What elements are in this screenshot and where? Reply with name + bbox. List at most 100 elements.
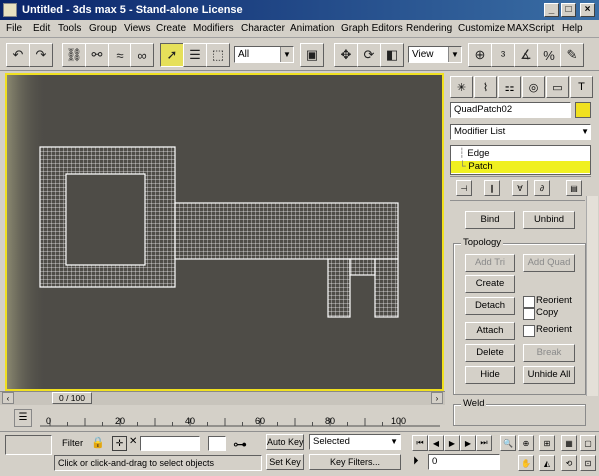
- redo-button[interactable]: ↷: [29, 43, 53, 67]
- create-button[interactable]: Create: [465, 275, 515, 293]
- object-name-field[interactable]: QuadPatch02: [450, 102, 571, 118]
- track-bar[interactable]: ☰ 0 20 40 60 80 100: [0, 405, 445, 431]
- make-unique-button[interactable]: ∀: [512, 180, 528, 196]
- current-frame-field[interactable]: 0: [428, 454, 500, 470]
- minimize-button[interactable]: _: [544, 3, 559, 17]
- copy-checkbox[interactable]: [523, 308, 535, 320]
- menu-views[interactable]: Views: [124, 23, 151, 34]
- bind-button[interactable]: ∞: [130, 43, 154, 67]
- x-coordinate-field[interactable]: [140, 436, 200, 451]
- maxscript-listener-mini[interactable]: [5, 435, 52, 455]
- unlink-button[interactable]: ⚯: [85, 43, 109, 67]
- add-quad-button[interactable]: Add Quad: [523, 254, 575, 272]
- reference-coordinate-dropdown[interactable]: View ▼: [408, 46, 462, 63]
- command-panel-scrollbar[interactable]: [586, 196, 598, 396]
- time-prev-button[interactable]: ‹: [2, 392, 14, 404]
- perspective-viewport[interactable]: [5, 73, 444, 391]
- rectangular-selection-button[interactable]: ⬚: [206, 43, 230, 67]
- detach-button[interactable]: Detach: [465, 297, 515, 315]
- window-crossing-button[interactable]: ▣: [300, 43, 324, 67]
- stack-item-patch[interactable]: └ Patch: [451, 161, 590, 173]
- named-selection-button[interactable]: ✎: [560, 43, 584, 67]
- menu-help[interactable]: Help: [562, 23, 583, 34]
- menu-edit[interactable]: Edit: [33, 23, 50, 34]
- lock-selection-icon[interactable]: 🔒: [91, 436, 105, 449]
- stack-item-edge[interactable]: ┆ Edge: [459, 148, 490, 160]
- select-object-button[interactable]: ➚: [160, 43, 184, 67]
- absolute-mode-button[interactable]: ✛: [112, 436, 127, 451]
- min-max-toggle-button[interactable]: ⊡: [580, 455, 596, 471]
- pivot-center-button[interactable]: ⊕: [468, 43, 492, 67]
- time-next-button[interactable]: ›: [431, 392, 443, 404]
- menu-tools[interactable]: Tools: [58, 23, 81, 34]
- pan-button[interactable]: ✋: [518, 455, 534, 471]
- hierarchy-tab[interactable]: ⚏: [498, 76, 521, 98]
- modify-tab[interactable]: ⌇: [474, 76, 497, 98]
- selection-filter-dropdown[interactable]: All ▼: [234, 46, 294, 63]
- next-frame-button[interactable]: ▶: [460, 435, 476, 451]
- menu-rendering[interactable]: Rendering: [406, 23, 452, 34]
- reorient2-checkbox[interactable]: [523, 325, 535, 337]
- menu-modifiers[interactable]: Modifiers: [193, 23, 234, 34]
- key-mode-dropdown[interactable]: Selected ▼: [309, 434, 401, 450]
- menu-group[interactable]: Group: [89, 23, 117, 34]
- goto-end-button[interactable]: ⏭: [476, 435, 492, 451]
- key-mode-toggle-icon[interactable]: ⏵: [413, 455, 419, 468]
- create-tab[interactable]: ✳: [450, 76, 473, 98]
- menu-customize[interactable]: Customize: [458, 23, 505, 34]
- bind-button[interactable]: Bind: [465, 211, 515, 229]
- maximize-button[interactable]: □: [561, 3, 576, 17]
- key-filters-button[interactable]: Key Filters...: [309, 454, 401, 470]
- mini-curve-editor-button[interactable]: ☰: [14, 409, 32, 427]
- unhide-all-button[interactable]: Unhide All: [523, 366, 575, 384]
- delete-button[interactable]: Delete: [465, 344, 515, 362]
- select-and-rotate-button[interactable]: ⟳: [357, 43, 381, 67]
- key-patch-mesh[interactable]: [39, 146, 399, 318]
- menu-file[interactable]: File: [6, 23, 22, 34]
- bind-space-warp-button[interactable]: ≈: [108, 43, 132, 67]
- select-by-name-button[interactable]: ☰: [183, 43, 207, 67]
- close-button[interactable]: ×: [580, 3, 595, 17]
- show-end-result-button[interactable]: ∥: [484, 180, 500, 196]
- unbind-button[interactable]: Unbind: [523, 211, 575, 229]
- select-and-link-button[interactable]: ⛓: [62, 43, 86, 67]
- menu-graph-editors[interactable]: Graph Editors: [341, 23, 403, 34]
- select-and-move-button[interactable]: ✥: [334, 43, 358, 67]
- time-slider-thumb[interactable]: 0 / 100: [52, 392, 92, 404]
- menu-character[interactable]: Character: [241, 23, 285, 34]
- field-of-view-button[interactable]: ◭: [539, 455, 555, 471]
- angle-snap-button[interactable]: ∡: [514, 43, 538, 67]
- object-color-swatch[interactable]: [575, 102, 591, 118]
- menu-maxscript[interactable]: MAXScript: [507, 23, 554, 34]
- percent-snap-button[interactable]: %: [537, 43, 561, 67]
- motion-tab[interactable]: ◎: [522, 76, 545, 98]
- auto-key-button[interactable]: Auto Key: [266, 434, 304, 450]
- pin-stack-button[interactable]: ⊣: [456, 180, 472, 196]
- remove-modifier-button[interactable]: ∂: [534, 180, 550, 196]
- snaps-toggle-button[interactable]: ³: [491, 43, 515, 67]
- maximize-viewport-button[interactable]: ▢: [580, 435, 596, 451]
- break-button[interactable]: Break: [523, 344, 575, 362]
- previous-frame-button[interactable]: ◀: [428, 435, 444, 451]
- menu-create[interactable]: Create: [156, 23, 186, 34]
- goto-start-button[interactable]: ⏮: [412, 435, 428, 451]
- display-tab[interactable]: ▭: [546, 76, 569, 98]
- utilities-tab[interactable]: T: [570, 76, 593, 98]
- zoom-extents-button[interactable]: ⊞: [539, 435, 555, 451]
- zoom-extents-all-button[interactable]: ▦: [561, 435, 577, 451]
- undo-button[interactable]: ↶: [6, 43, 30, 67]
- select-and-scale-button[interactable]: ◧: [380, 43, 404, 67]
- configure-sets-button[interactable]: ▤: [566, 180, 582, 196]
- attach-button[interactable]: Attach: [465, 322, 515, 340]
- zoom-button[interactable]: 🔍: [500, 435, 516, 451]
- set-key-button[interactable]: Set Key: [266, 454, 304, 470]
- arc-rotate-button[interactable]: ⟲: [561, 455, 577, 471]
- zoom-all-button[interactable]: ⊕: [518, 435, 534, 451]
- play-button[interactable]: ▶: [444, 435, 460, 451]
- hide-button[interactable]: Hide: [465, 366, 515, 384]
- reorient-checkbox[interactable]: [523, 296, 535, 308]
- menu-animation[interactable]: Animation: [290, 23, 334, 34]
- y-coordinate-field[interactable]: [208, 436, 226, 451]
- modifier-list-dropdown[interactable]: Modifier List ▼: [450, 124, 591, 140]
- add-tri-button[interactable]: Add Tri: [465, 254, 515, 272]
